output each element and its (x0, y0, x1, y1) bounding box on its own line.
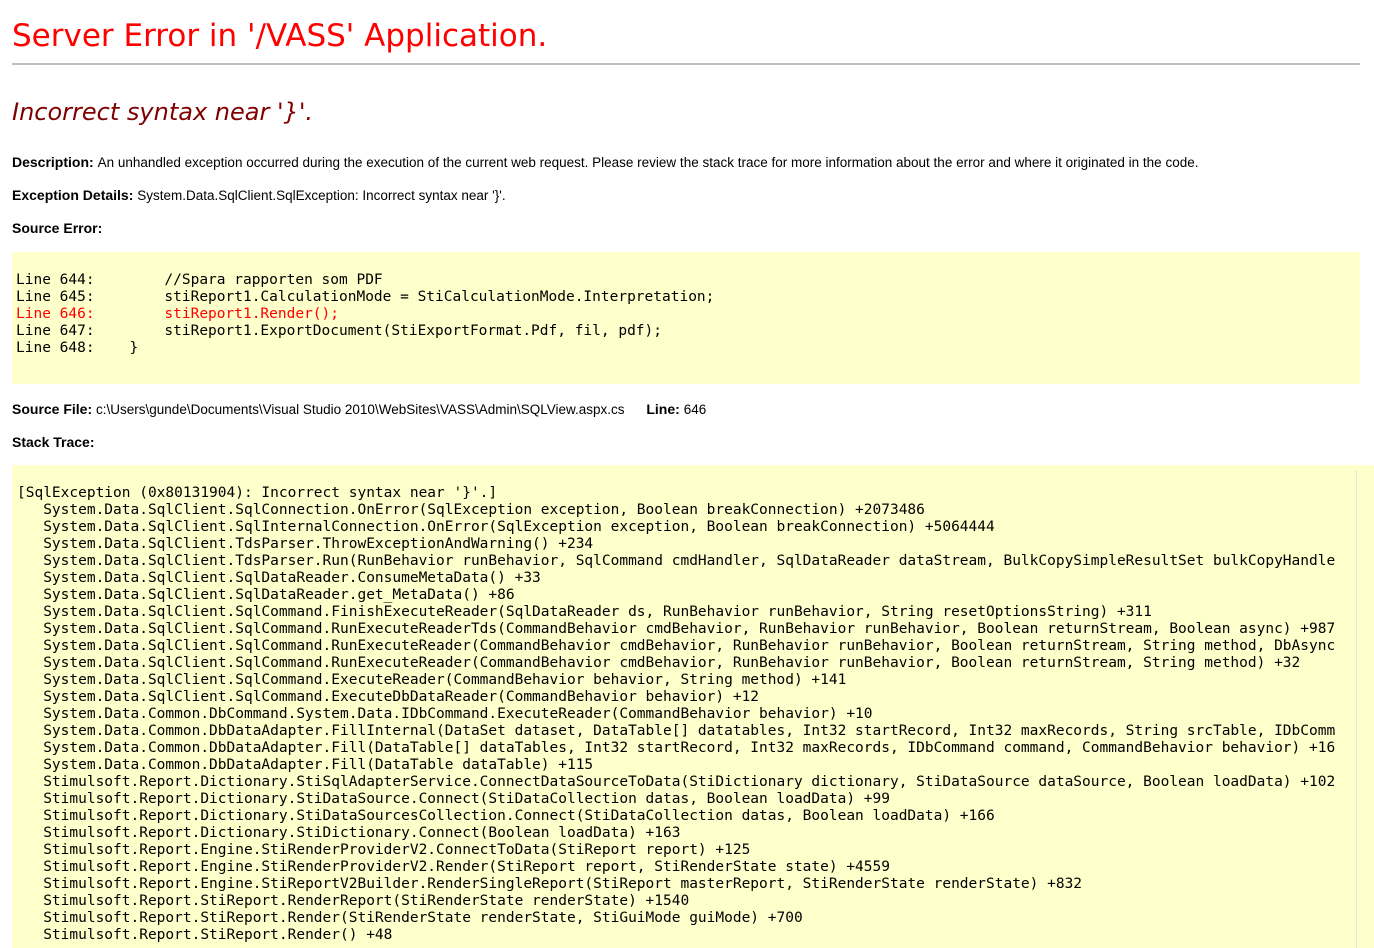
source-line-error: Line 646: stiReport1.Render(); (16, 306, 340, 322)
stack-trace-frame: Stimulsoft.Report.Dictionary.StiDataSour… (17, 791, 890, 807)
stack-trace-heading: Stack Trace: (12, 433, 95, 451)
stack-trace-frame: Stimulsoft.Report.StiReport.Render() +48 (17, 927, 393, 943)
stack-trace-lines: [SqlException (0x80131904): Incorrect sy… (17, 485, 1335, 944)
stack-trace-frame: System.Data.SqlClient.SqlCommand.RunExec… (17, 655, 1301, 671)
stack-trace-frame: System.Data.SqlClient.TdsParser.Run(RunB… (17, 553, 1336, 569)
source-file-line: Source File: c:\Users\gunde\Documents\Vi… (12, 400, 706, 419)
stack-trace-frame: System.Data.Common.DbDataAdapter.Fill(Da… (17, 740, 1336, 756)
exception-details-line: Exception Details: System.Data.SqlClient… (12, 186, 506, 205)
source-code-lines: Line 644: //Spara rapporten som PDF Line … (16, 272, 714, 357)
source-line: Line 645: stiReport1.CalculationMode = S… (16, 289, 715, 305)
stack-trace-frame: System.Data.SqlClient.SqlCommand.RunExec… (17, 621, 1336, 637)
stack-trace-frame: Stimulsoft.Report.Engine.StiReportV2Buil… (17, 876, 1083, 892)
source-error-label: Source Error: (12, 220, 103, 236)
line-label: Line: (646, 401, 680, 417)
stack-trace-block[interactable]: [SqlException (0x80131904): Incorrect sy… (12, 465, 1374, 948)
source-error-heading: Source Error: (12, 219, 102, 237)
horizontal-scroll-edge (1356, 470, 1357, 948)
stack-trace-frame: System.Data.SqlClient.SqlInternalConnect… (17, 519, 995, 535)
stack-trace-frame: Stimulsoft.Report.StiReport.Render(StiRe… (17, 910, 803, 926)
description-label: Description: (12, 154, 94, 170)
source-code-block[interactable]: Line 644: //Spara rapporten som PDF Line … (12, 252, 1360, 384)
stack-trace-frame: System.Data.SqlClient.SqlCommand.Execute… (17, 689, 760, 705)
source-line: Line 648: } (16, 340, 139, 356)
description-text: An unhandled exception occurred during t… (97, 155, 1199, 170)
stack-trace-label: Stack Trace: (12, 434, 95, 450)
source-line: Line 647: stiReport1.ExportDocument(StiE… (16, 323, 663, 339)
description-line: Description: An unhandled exception occu… (12, 153, 1198, 172)
stack-trace-frame: System.Data.Common.DbDataAdapter.FillInt… (17, 723, 1336, 739)
exception-details-text: System.Data.SqlClient.SqlException: Inco… (137, 188, 506, 203)
stack-trace-frame: Stimulsoft.Report.Engine.StiRenderProvid… (17, 859, 890, 875)
stack-trace-frame: System.Data.SqlClient.TdsParser.ThrowExc… (17, 536, 594, 552)
stack-trace-frame: System.Data.SqlClient.SqlCommand.RunExec… (17, 638, 1336, 654)
stack-trace-frame: Stimulsoft.Report.Dictionary.StiDictiona… (17, 825, 681, 841)
exception-details-label: Exception Details: (12, 187, 134, 203)
stack-trace-frame: Stimulsoft.Report.Dictionary.StiDataSour… (17, 808, 995, 824)
stack-trace-frame: Stimulsoft.Report.Engine.StiRenderProvid… (17, 842, 751, 858)
stack-trace-frame: System.Data.SqlClient.SqlDataReader.get_… (17, 587, 515, 603)
source-line: Line 644: //Spara rapporten som PDF (16, 272, 383, 288)
error-heading: Incorrect syntax near '}'. (12, 98, 314, 126)
stack-trace-frame: Stimulsoft.Report.StiReport.RenderReport… (17, 893, 690, 909)
source-file-path: c:\Users\gunde\Documents\Visual Studio 2… (96, 402, 625, 417)
title-divider (12, 63, 1360, 65)
source-file-label: Source File: (12, 401, 93, 417)
stack-trace-frame: System.Data.SqlClient.SqlCommand.FinishE… (17, 604, 1152, 620)
line-number: 646 (683, 402, 707, 417)
stack-trace-frame: Stimulsoft.Report.Dictionary.StiSqlAdapt… (17, 774, 1336, 790)
page-title: Server Error in '/VASS' Application. (12, 18, 548, 54)
stack-trace-frame: System.Data.SqlClient.SqlCommand.Execute… (17, 672, 847, 688)
stack-trace-exception-line: [SqlException (0x80131904): Incorrect sy… (17, 485, 498, 501)
stack-trace-frame: System.Data.Common.DbDataAdapter.Fill(Da… (17, 757, 594, 773)
stack-trace-frame: System.Data.SqlClient.SqlDataReader.Cons… (17, 570, 541, 586)
stack-trace-frame: System.Data.Common.DbCommand.System.Data… (17, 706, 873, 722)
stack-trace-frame: System.Data.SqlClient.SqlConnection.OnEr… (17, 502, 925, 518)
